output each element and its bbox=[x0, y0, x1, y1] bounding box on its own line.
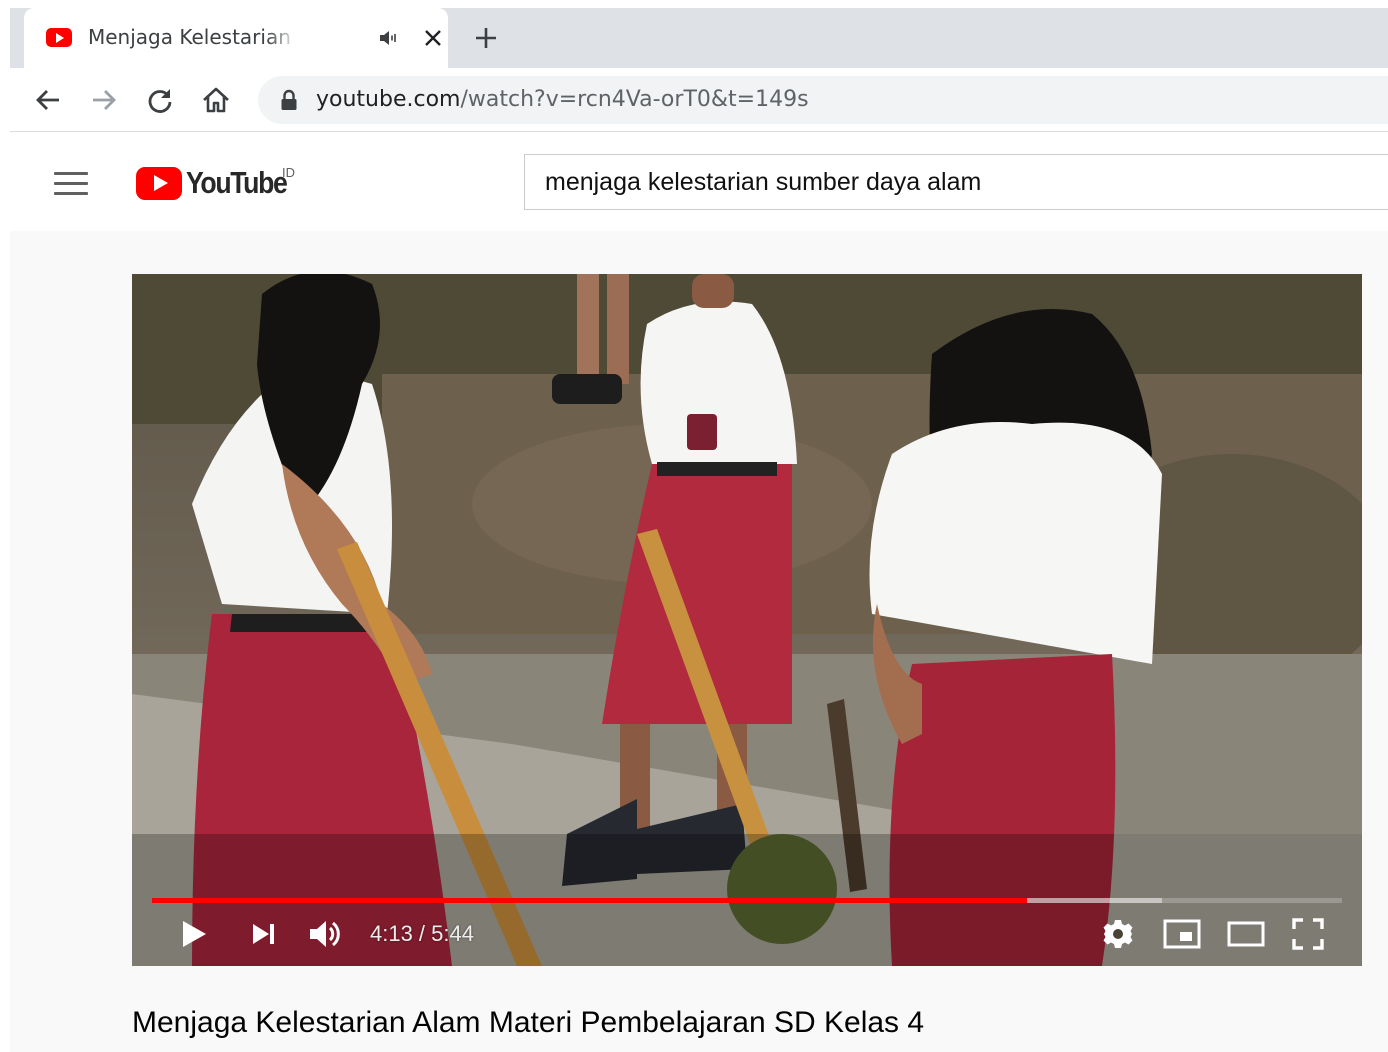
video-frame bbox=[132, 274, 1362, 966]
settings-button[interactable] bbox=[1098, 914, 1138, 954]
home-button[interactable] bbox=[198, 82, 234, 118]
address-bar[interactable]: youtube.com/watch?v=rcn4Va-orT0&t=149s bbox=[258, 76, 1388, 124]
back-button[interactable] bbox=[30, 82, 66, 118]
tab-title: Menjaga Kelestarian Alam M bbox=[88, 25, 298, 49]
tab-strip: Menjaga Kelestarian Alam M bbox=[10, 8, 1388, 68]
progress-bar[interactable] bbox=[152, 898, 1342, 903]
close-icon bbox=[425, 30, 441, 46]
url-text[interactable]: youtube.com/watch?v=rcn4Va-orT0&t=149s bbox=[316, 85, 809, 115]
search-input[interactable]: menjaga kelestarian sumber daya alam bbox=[524, 154, 1388, 210]
reload-button[interactable] bbox=[142, 82, 178, 118]
youtube-play-logo-icon bbox=[136, 166, 182, 200]
youtube-logo-text: YouTube bbox=[186, 165, 288, 200]
played-bar bbox=[152, 898, 1027, 903]
arrow-left-icon bbox=[36, 90, 59, 110]
url-path: /watch?v=rcn4Va-orT0&t=149s bbox=[460, 87, 809, 112]
theater-icon bbox=[1227, 921, 1265, 947]
reload-icon bbox=[148, 89, 172, 113]
new-tab-button[interactable] bbox=[470, 22, 502, 54]
country-code: ID bbox=[282, 165, 295, 180]
video-title: Menjaga Kelestarian Alam Materi Pembelaj… bbox=[132, 1006, 925, 1039]
url-host: youtube.com bbox=[316, 87, 461, 112]
next-button[interactable] bbox=[244, 914, 284, 954]
miniplayer-button[interactable] bbox=[1162, 914, 1202, 954]
volume-icon bbox=[310, 921, 340, 947]
fullscreen-icon bbox=[1292, 918, 1324, 950]
forward-button[interactable] bbox=[86, 82, 122, 118]
speaker-icon[interactable] bbox=[376, 26, 400, 50]
hamburger-icon[interactable] bbox=[50, 163, 92, 203]
youtube-logo[interactable]: YouTube bbox=[136, 163, 303, 203]
settings-icon bbox=[1103, 920, 1133, 948]
browser-toolbar: youtube.com/watch?v=rcn4Va-orT0&t=149s bbox=[10, 68, 1388, 132]
volume-button[interactable] bbox=[306, 914, 346, 954]
next-icon bbox=[253, 924, 274, 944]
theater-mode-button[interactable] bbox=[1226, 914, 1266, 954]
watch-page: 4:13 / 5:44 Menjaga Kelestarian Alam Mat… bbox=[10, 231, 1388, 1052]
lock-icon[interactable] bbox=[280, 89, 298, 111]
youtube-favicon-icon bbox=[46, 28, 72, 47]
arrow-right-icon bbox=[93, 90, 116, 110]
video-player[interactable]: 4:13 / 5:44 bbox=[132, 274, 1362, 966]
play-button[interactable] bbox=[174, 914, 214, 954]
miniplayer-icon bbox=[1163, 919, 1201, 949]
plus-icon bbox=[476, 28, 496, 48]
browser-tab[interactable]: Menjaga Kelestarian Alam M bbox=[24, 8, 448, 68]
time-display: 4:13 / 5:44 bbox=[370, 921, 474, 946]
home-icon bbox=[203, 87, 229, 113]
close-tab-button[interactable] bbox=[420, 25, 446, 51]
play-icon bbox=[183, 921, 206, 947]
fullscreen-button[interactable] bbox=[1288, 914, 1328, 954]
youtube-header: YouTube ID menjaga kelestarian sumber da… bbox=[10, 133, 1388, 231]
